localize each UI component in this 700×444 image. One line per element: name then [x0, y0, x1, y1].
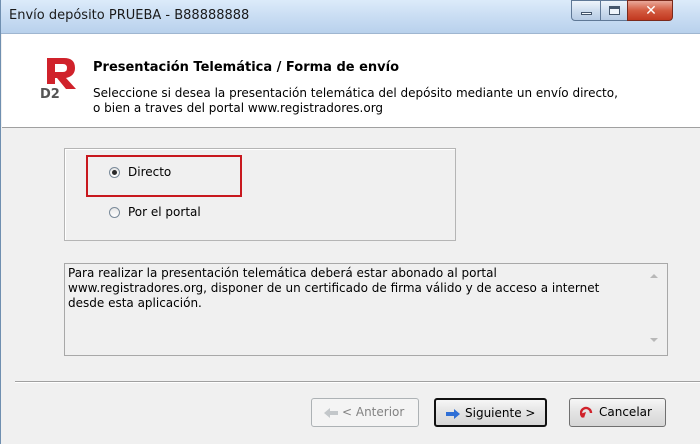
logo-text: D2: [40, 87, 60, 100]
previous-button[interactable]: < Anterior: [311, 398, 419, 427]
radio-label-por-el-portal[interactable]: Por el portal: [128, 205, 201, 219]
registradores-logo-icon: D2: [40, 58, 76, 100]
radio-por-el-portal[interactable]: [109, 207, 120, 218]
close-button[interactable]: ✕: [627, 0, 673, 21]
next-button[interactable]: Siguiente >: [434, 398, 547, 427]
minimize-button[interactable]: [571, 0, 601, 21]
cancel-icon: [580, 406, 593, 418]
previous-button-label: < Anterior: [342, 405, 405, 419]
cancel-button[interactable]: Cancelar: [569, 398, 666, 427]
arrow-left-icon: [324, 408, 338, 418]
next-button-label: Siguiente >: [465, 406, 536, 420]
scroll-down-icon[interactable]: [650, 338, 658, 342]
cancel-button-label: Cancelar: [599, 405, 652, 419]
info-line-1: Para realizar la presentación telemática…: [68, 266, 497, 280]
footer-separator: [15, 381, 700, 383]
info-line-2: www.registradores.org, disponer de un ce…: [68, 281, 600, 295]
title-bar[interactable]: Envío depósito PRUEBA - B88888888 ✕: [1, 0, 700, 34]
info-line-3: desde esta aplicación.: [68, 296, 202, 310]
description-line-1: Seleccione si desea la presentación tele…: [93, 86, 618, 100]
maximize-button[interactable]: [600, 0, 628, 21]
arrow-right-icon: [446, 409, 460, 419]
page-description: Seleccione si desea la presentación tele…: [93, 86, 618, 116]
selection-highlight: [86, 155, 242, 197]
window-title: Envío depósito PRUEBA - B88888888: [9, 8, 250, 23]
dialog-window: Envío depósito PRUEBA - B88888888 ✕ D2 P…: [0, 0, 700, 444]
close-icon: ✕: [645, 3, 657, 19]
description-line-2: o bien a traves del portal www.registrad…: [93, 101, 384, 115]
maximize-icon: [609, 6, 620, 15]
page-title: Presentación Telemática / Forma de envío: [93, 60, 400, 75]
info-text: Para realizar la presentación telemática…: [68, 266, 646, 311]
scroll-up-icon[interactable]: [650, 274, 658, 278]
minimize-icon: [581, 12, 592, 15]
